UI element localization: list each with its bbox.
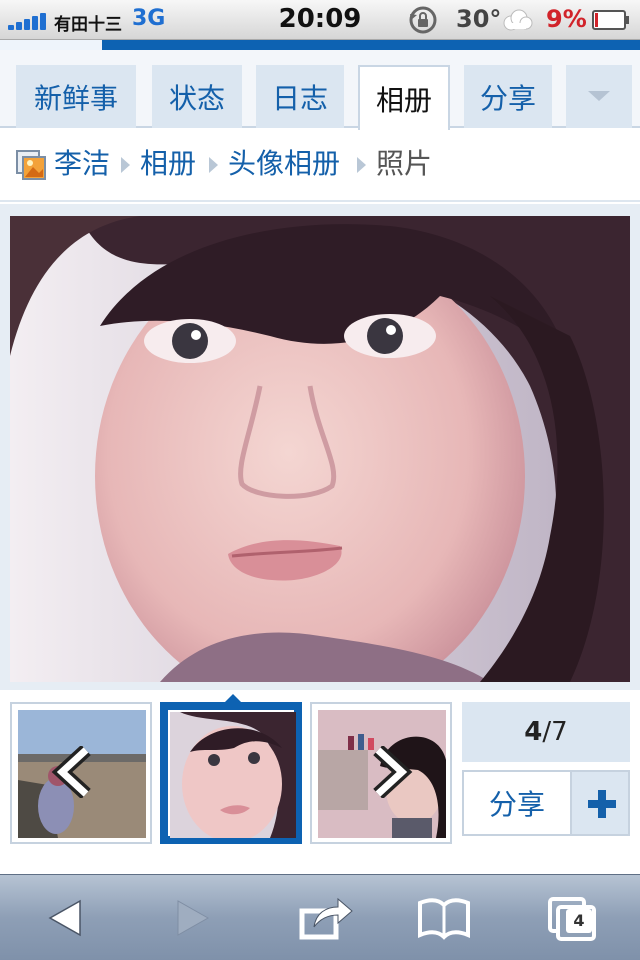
previous-photo-arrow-icon[interactable] (50, 746, 96, 798)
tab-news-feed[interactable]: 新鲜事 (16, 65, 136, 128)
battery-percentage: 9% (546, 5, 587, 33)
thumbnail-previous[interactable] (10, 702, 152, 844)
breadcrumb-separator (209, 157, 218, 173)
tab-blog[interactable]: 日志 (256, 65, 344, 128)
breadcrumb: 李洁 相册 头像相册 照片 (0, 130, 640, 202)
battery-icon (592, 10, 629, 30)
browser-toolbar: 4 (0, 874, 640, 960)
page-load-progress-bar (0, 40, 640, 50)
back-arrow-icon[interactable] (36, 891, 96, 945)
bookmarks-book-icon[interactable] (414, 891, 474, 945)
thumbnail-current[interactable] (160, 702, 302, 844)
page-load-progress-fill (0, 40, 102, 50)
photo-total: /7 (542, 717, 568, 747)
open-tabs-count: 4 (566, 909, 592, 933)
share-photo-button[interactable]: 分享 (462, 770, 572, 836)
photo-thumbnail-strip: 4/7 分享 (0, 690, 640, 870)
main-photo[interactable] (10, 216, 630, 682)
thumbnail-next[interactable] (310, 702, 452, 844)
status-bar: 有田十三 3G 20:09 30° 9% (0, 0, 640, 40)
breadcrumb-separator (121, 157, 130, 173)
clock: 20:09 (278, 4, 362, 34)
cloud-weather-icon (503, 9, 533, 31)
breadcrumb-current: 照片 (376, 147, 433, 180)
add-button[interactable] (570, 770, 630, 836)
chevron-down-icon (588, 91, 610, 101)
tabs-more-button[interactable] (566, 65, 632, 128)
tab-album[interactable]: 相册 (358, 65, 450, 130)
share-action-icon[interactable] (296, 891, 356, 945)
breadcrumb-separator (357, 157, 366, 173)
breadcrumb-album-link[interactable]: 头像相册 (228, 144, 340, 184)
photo-counter: 4/7 (462, 702, 630, 762)
tab-status[interactable]: 状态 (152, 65, 242, 128)
rotation-lock-icon (409, 6, 437, 34)
tab-share[interactable]: 分享 (464, 65, 552, 128)
tab-bar: 新鲜事 状态 日志 相册 分享 (0, 50, 640, 130)
breadcrumb-album-root-link[interactable]: 相册 (140, 144, 196, 184)
photo-viewer (0, 204, 640, 690)
photo-index: 4 (524, 717, 543, 747)
next-photo-arrow-icon[interactable] (368, 746, 414, 798)
photo-album-icon (16, 150, 46, 180)
forward-arrow-icon[interactable] (162, 891, 222, 945)
breadcrumb-user-link[interactable]: 李洁 (54, 144, 110, 184)
weather-temperature: 30° (456, 5, 502, 33)
